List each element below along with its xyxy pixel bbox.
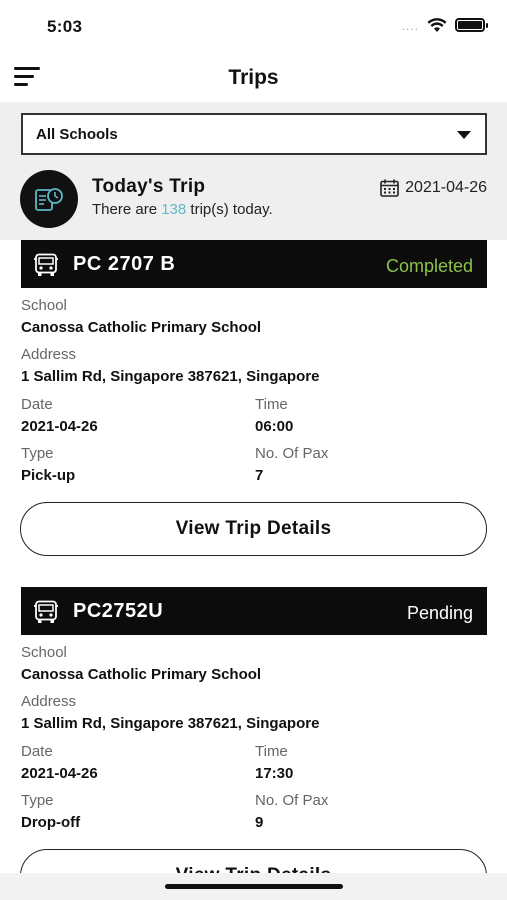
date-label: Date — [21, 743, 53, 760]
today-title: Today's Trip — [92, 176, 206, 197]
address-label: Address — [21, 693, 77, 710]
school-value: Canossa Catholic Primary School — [21, 319, 262, 336]
trip-header: PC 2707 B Completed — [21, 240, 487, 288]
view-trip-details-button[interactable]: View Trip Details — [20, 502, 487, 556]
status-time: 5:03 — [47, 17, 83, 36]
vehicle-plate: PC2752U — [73, 600, 164, 622]
caret-down-icon — [457, 131, 471, 139]
time-value: 17:30 — [255, 765, 294, 782]
address-value: 1 Sallim Rd, Singapore 387621, Singapore — [21, 368, 320, 385]
school-filter-value: All Schools — [36, 125, 118, 143]
trip-report-icon — [20, 170, 78, 228]
today-trip-count-text: There are 138 trip(s) today. — [92, 201, 273, 218]
school-label: School — [21, 297, 67, 314]
nav-bar: Trips — [0, 52, 507, 102]
school-label: School — [21, 644, 67, 661]
address-value: 1 Sallim Rd, Singapore 387621, Singapore — [21, 715, 320, 732]
date-label: Date — [21, 396, 53, 413]
pax-label: No. Of Pax — [255, 445, 329, 462]
page-title: Trips — [228, 66, 279, 89]
type-value: Pick-up — [21, 467, 76, 484]
bus-icon — [34, 600, 58, 623]
bus-icon — [34, 253, 58, 276]
trip-card: PC 2707 B Completed School Canossa Catho… — [0, 240, 507, 560]
type-label: Type — [21, 445, 54, 462]
pax-value: 7 — [255, 467, 264, 484]
time-label: Time — [255, 743, 288, 760]
vehicle-plate: PC 2707 B — [73, 253, 176, 275]
time-label: Time — [255, 396, 288, 413]
trip-count: 138 — [161, 201, 187, 218]
trip-status: Pending — [406, 603, 473, 623]
trip-card: PC2752U Pending School Canossa Catholic … — [0, 587, 507, 900]
time-value: 06:00 — [255, 418, 294, 435]
type-label: Type — [21, 792, 54, 809]
type-value: Drop-off — [21, 814, 81, 831]
pax-value: 9 — [255, 814, 264, 831]
signal-icon: .... — [401, 19, 419, 33]
trip-status: Completed — [385, 256, 473, 276]
pax-label: No. Of Pax — [255, 792, 329, 809]
today-date-value: 2021-04-26 — [405, 179, 487, 196]
battery-icon — [455, 18, 488, 32]
date-value: 2021-04-26 — [21, 765, 98, 782]
school-value: Canossa Catholic Primary School — [21, 666, 262, 683]
calendar-icon — [380, 179, 399, 197]
status-icons: .... — [401, 17, 488, 33]
home-indicator[interactable] — [165, 884, 343, 889]
school-filter-select[interactable]: All Schools — [21, 113, 487, 155]
today-date: 2021-04-26 — [380, 179, 487, 197]
wifi-icon — [427, 18, 447, 32]
status-bar: 5:03 .... — [0, 0, 507, 52]
home-indicator-area — [0, 873, 507, 900]
trip-header: PC2752U Pending — [21, 587, 487, 635]
date-value: 2021-04-26 — [21, 418, 98, 435]
today-summary-section: All Schools Today's Trip There are 138 t… — [0, 102, 507, 240]
address-label: Address — [21, 346, 77, 363]
